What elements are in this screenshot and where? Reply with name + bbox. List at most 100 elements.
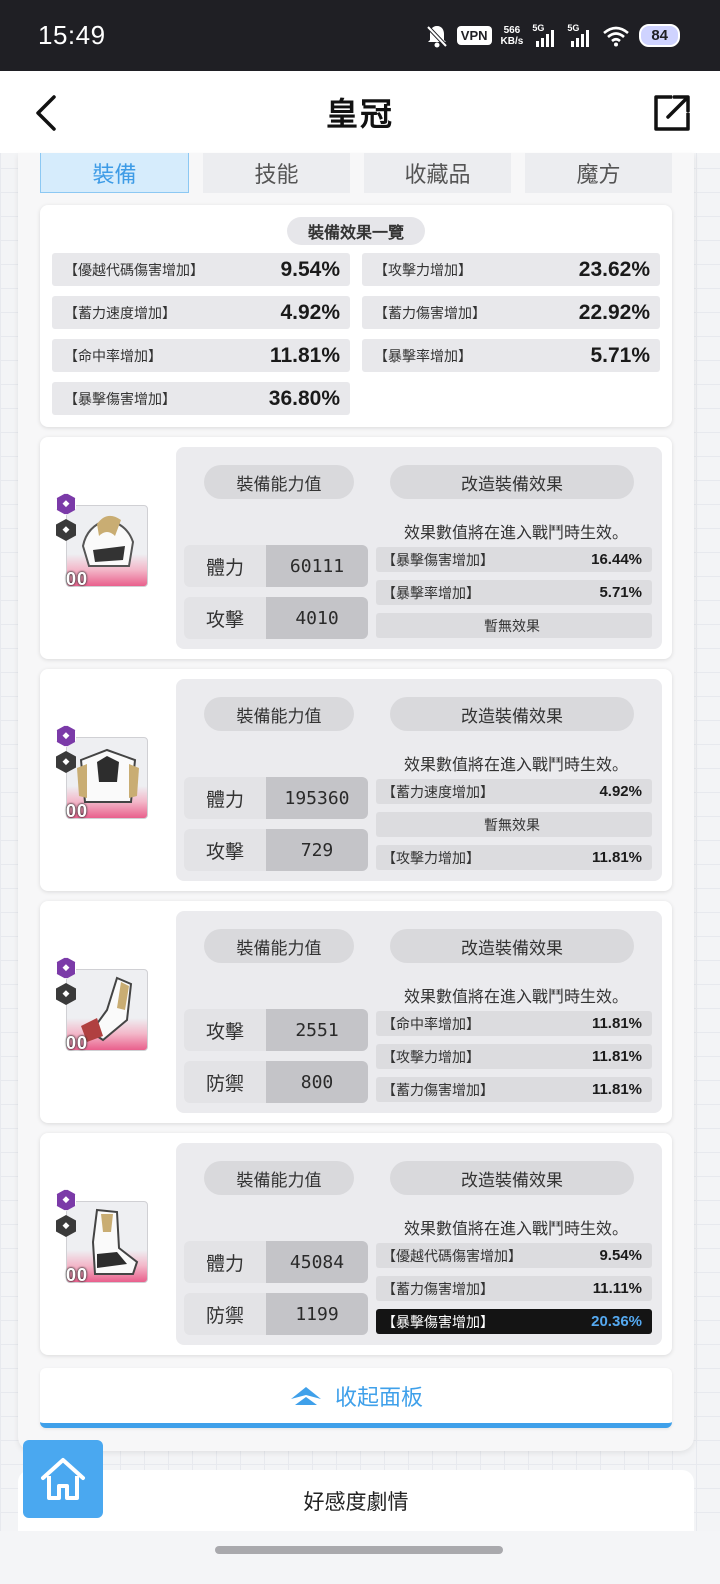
effect-row: 【蓄力速度增加】 4.92% [376,779,652,804]
effect-label: 暫無效果 [484,618,540,635]
effects-title: 改造裝備效果 [390,697,634,731]
stat-value: 800 [266,1061,368,1103]
stats-title: 裝備能力值 [204,697,354,731]
equipment-level: 00 [66,1033,89,1053]
stat-value: 2551 [266,1009,368,1051]
system-nav-bar [0,1531,720,1584]
stat-label: 防禦 [184,1293,266,1335]
gesture-handle[interactable] [215,1546,503,1554]
stat-label: 防禦 [184,1061,266,1103]
effect-note: 效果數值將在進入戰鬥時生效。 [403,755,628,774]
effect-label: 【暴擊率增加】 [382,585,480,602]
chevron-left-icon[interactable] [28,93,68,133]
bell-off-icon [426,25,448,47]
equipment-card[interactable]: ◆ ◆ 00 裝備能力值 改造裝備效果 效果數值將在進入戰鬥時生效。 攻擊 25… [40,901,672,1123]
summary-row: 【蓄力速度增加】 4.92% [52,296,350,329]
effect-row: 【優越代碼傷害增加】 9.54% [376,1243,652,1268]
stat-row: 體力 60111 [184,545,368,587]
effect-value: 11.11% [592,1280,642,1297]
equipment-card[interactable]: ◆ ◆ 00 裝備能力值 改造裝備效果 效果數值將在進入戰鬥時生效。 體力 45… [40,1133,672,1355]
tab-skills[interactable]: 技能 [203,153,350,193]
summary-row: 【暴擊傷害增加】 36.80% [52,382,350,415]
summary-label: 【命中率增加】 [64,348,162,365]
stat-row: 體力 195360 [184,777,368,819]
signal-2-label: 5G [567,22,580,33]
tab-cube[interactable]: 魔方 [525,153,672,193]
effect-value: 11.81% [591,1081,642,1098]
equipment-level: 00 [66,569,89,589]
summary-value: 4.92% [280,300,340,324]
stat-value: 195360 [266,777,368,819]
affection-story-section[interactable]: 好感度劇情 [18,1470,694,1531]
stats-title: 裝備能力值 [204,465,354,499]
chevron-up-icon [290,1386,321,1405]
collapse-label: 收起面板 [334,1385,423,1411]
summary-row: 【命中率增加】 11.81% [52,339,350,372]
effect-row-highlighted: 【暴擊傷害增加】 20.36% [376,1309,652,1334]
effect-label: 【蓄力傷害增加】 [382,1281,494,1298]
wifi-icon [603,26,630,46]
effect-row-empty: 暫無效果 [376,613,652,638]
equipment-card[interactable]: ◆ ◆ 00 裝備能力值 改造裝備效果 效果數值將在進入戰鬥時生效。 體力 60… [40,437,672,659]
stat-value: 4010 [266,597,368,639]
stat-label: 攻擊 [184,1009,266,1051]
stat-value: 1199 [266,1293,368,1335]
home-button[interactable] [23,1440,103,1518]
summary-value: 9.54% [280,257,340,281]
effect-label: 【暴擊傷害增加】 [382,552,494,569]
stat-value: 729 [266,829,368,871]
tab-equipment[interactable]: 裝備 [40,153,189,193]
stat-label: 攻擊 [184,597,266,639]
status-icons: VPN 566 KB/s 5G 5G 84 [426,22,680,48]
equipment-thumbnail[interactable]: ◆ ◆ 00 [54,493,150,589]
effect-label: 【暴擊傷害增加】 [382,1314,494,1331]
effect-label: 【攻擊力增加】 [382,850,480,867]
summary-row: 【暴擊率增加】 5.71% [362,339,660,372]
status-time: 15:49 [38,20,106,50]
summary-title: 裝備效果一覽 [287,217,425,245]
effect-value: 11.81% [591,849,642,866]
signal-1: 5G [532,23,558,47]
summary-value: 23.62% [578,257,650,281]
stat-row: 防禦 800 [184,1061,368,1103]
app-header: 皇冠 [0,71,720,153]
summary-value: 36.80% [268,386,340,410]
effect-row-empty: 暫無效果 [376,812,652,837]
stat-label: 攻擊 [184,829,266,871]
effects-title: 改造裝備效果 [390,1161,634,1195]
summary-label: 【暴擊傷害增加】 [64,391,176,408]
effect-label: 【蓄力速度增加】 [382,784,494,801]
stat-row: 體力 45084 [184,1241,368,1283]
summary-label: 【攻擊力增加】 [374,262,472,279]
collapse-panel-button[interactable]: 收起面板 [40,1368,672,1428]
effect-value: 11.81% [591,1048,642,1065]
page-title: 皇冠 [325,95,394,133]
battery-indicator: 84 [639,24,680,47]
effect-label: 【優越代碼傷害增加】 [382,1248,522,1265]
tab-collectibles[interactable]: 收藏品 [364,153,511,193]
affection-story-label: 好感度劇情 [303,1489,409,1514]
summary-row: 【攻擊力增加】 23.62% [362,253,660,286]
effect-value: 16.44% [591,551,642,568]
speed-unit: KB/s [500,35,524,47]
equipment-details: 裝備能力值 改造裝備效果 效果數值將在進入戰鬥時生效。 體力 60111 攻擊 … [176,447,662,649]
effects-title: 改造裝備效果 [390,465,634,499]
effects-summary-card: 裝備效果一覽 【優越代碼傷害增加】 9.54% 【攻擊力增加】 23.62% 【… [40,205,672,427]
equipment-thumbnail[interactable]: ◆ ◆ 00 [54,725,150,821]
equipment-thumbnail[interactable]: ◆ ◆ 00 [54,1189,150,1285]
effect-row: 【攻擊力增加】 11.81% [376,845,652,870]
summary-label: 【暴擊率增加】 [374,348,472,365]
equipment-details: 裝備能力值 改造裝備效果 效果數值將在進入戰鬥時生效。 體力 45084 防禦 … [176,1143,662,1345]
summary-label: 【蓄力速度增加】 [64,305,176,322]
summary-row: 【優越代碼傷害增加】 9.54% [52,253,350,286]
summary-value: 22.92% [578,300,650,324]
effect-label: 【命中率增加】 [382,1016,480,1033]
stat-row: 攻擊 729 [184,829,368,871]
external-link-icon[interactable] [652,93,692,133]
equipment-thumbnail[interactable]: ◆ ◆ 00 [54,957,150,1053]
summary-value: 11.81% [269,343,340,367]
equipment-card[interactable]: ◆ ◆ 00 裝備能力值 改造裝備效果 效果數值將在進入戰鬥時生效。 體力 19… [40,669,672,891]
effects-title: 改造裝備效果 [390,929,634,963]
stat-row: 攻擊 2551 [184,1009,368,1051]
effect-row: 【蓄力傷害增加】 11.81% [376,1077,652,1102]
